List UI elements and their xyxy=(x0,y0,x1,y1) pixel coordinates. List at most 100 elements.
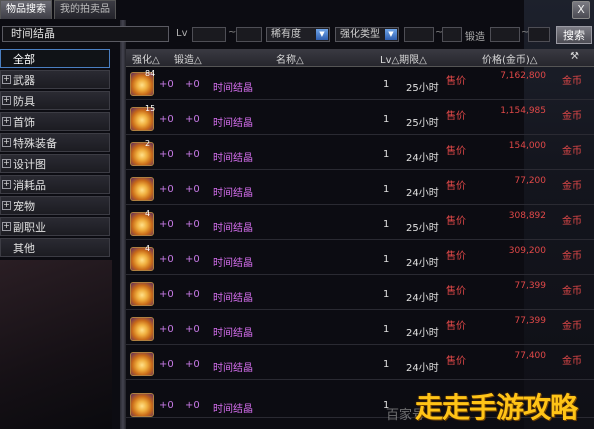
item-duration: 24小时 xyxy=(406,363,439,374)
price-unit: 金币 xyxy=(562,181,582,192)
category-label: 首饰 xyxy=(13,116,35,129)
table-row[interactable]: 84 +0 +0 时间结晶 1 25小时 售价 7,162,800 金币 xyxy=(126,67,594,100)
category-blueprint[interactable]: + 设计图 xyxy=(0,154,110,173)
price-type: 售价 xyxy=(446,321,466,332)
forge-value: +0 xyxy=(185,149,200,160)
table-row[interactable]: 2 +0 +0 时间结晶 1 24小时 售价 154,000 金币 xyxy=(126,137,594,170)
tab-my-auctions[interactable]: 我的拍卖品 xyxy=(54,0,116,19)
table-row[interactable]: 15 +0 +0 时间结晶 1 25小时 售价 1,154,985 金币 xyxy=(126,102,594,135)
background-art-left xyxy=(0,260,112,429)
table-row[interactable]: 4 +0 +0 时间结晶 1 24小时 售价 309,200 金币 xyxy=(126,242,594,275)
enhance-min-input[interactable] xyxy=(404,27,434,42)
column-name[interactable]: 名称△ xyxy=(276,51,304,66)
expand-icon[interactable]: + xyxy=(2,117,11,126)
expand-icon[interactable]: + xyxy=(2,180,11,189)
chevron-down-icon: ▼ xyxy=(385,29,397,40)
item-name: 时间结晶 xyxy=(213,188,253,199)
item-quantity: 84 xyxy=(145,69,156,78)
expand-icon[interactable]: + xyxy=(2,96,11,105)
item-level: 1 xyxy=(383,359,390,370)
time-crystal-icon xyxy=(130,212,154,236)
forge-min-input[interactable] xyxy=(490,27,520,42)
category-label: 消耗品 xyxy=(13,179,46,192)
enhance-value: +0 xyxy=(159,79,174,90)
category-consumable[interactable]: + 消耗品 xyxy=(0,175,110,194)
search-input[interactable] xyxy=(2,26,169,42)
enhance-type-select[interactable]: 强化类型 ▼ xyxy=(335,27,399,42)
price-unit: 金币 xyxy=(562,216,582,227)
column-price[interactable]: 价格(金币)△ xyxy=(482,51,538,66)
category-all[interactable]: 全部 xyxy=(0,49,110,68)
lv-min-input[interactable] xyxy=(192,27,226,42)
forge-value: +0 xyxy=(185,184,200,195)
expand-icon[interactable]: + xyxy=(2,138,11,147)
price-value: 77,399 xyxy=(514,281,547,291)
category-label: 副职业 xyxy=(13,221,46,234)
price-unit: 金币 xyxy=(562,251,582,262)
chevron-down-icon: ▼ xyxy=(316,29,328,40)
item-quantity: 2 xyxy=(145,139,151,148)
price-unit: 金币 xyxy=(562,286,582,297)
tab-item-search[interactable]: 物品搜索 xyxy=(0,0,52,19)
item-name: 时间结晶 xyxy=(213,223,253,234)
forge-value: +0 xyxy=(185,254,200,265)
item-name: 时间结晶 xyxy=(213,258,253,269)
lv-label: Lv xyxy=(176,28,188,39)
category-sub-job[interactable]: + 副职业 xyxy=(0,217,110,236)
price-type: 售价 xyxy=(446,356,466,367)
item-quantity: 15 xyxy=(145,104,156,113)
forge-value: +0 xyxy=(185,359,200,370)
forge-value: +0 xyxy=(185,114,200,125)
category-weapon[interactable]: + 武器 xyxy=(0,70,110,89)
table-row[interactable]: 4 +0 +0 时间结晶 1 25小时 售价 308,892 金币 xyxy=(126,207,594,240)
item-duration: 24小时 xyxy=(406,293,439,304)
item-level: 1 xyxy=(383,184,390,195)
category-armor[interactable]: + 防具 xyxy=(0,91,110,110)
column-forge[interactable]: 锻造△ xyxy=(174,51,202,66)
close-button[interactable]: X xyxy=(572,1,590,19)
search-button[interactable]: 搜索 xyxy=(556,26,592,44)
category-sidebar: 全部 + 武器 + 防具 + 首饰 + 特殊装备 + 设计图 + 消耗品 + 宠物 + 副职业 … xyxy=(0,49,110,259)
lv-max-input[interactable] xyxy=(236,27,262,42)
enhance-value: +0 xyxy=(159,184,174,195)
category-special-equipment[interactable]: + 特殊装备 xyxy=(0,133,110,152)
table-row[interactable]: +0 +0 时间结晶 1 24小时 售价 77,399 金币 xyxy=(126,312,594,345)
item-level: 1 xyxy=(383,254,390,265)
forge-max-input[interactable] xyxy=(528,27,550,42)
price-unit: 金币 xyxy=(562,146,582,157)
table-row[interactable]: +0 +0 时间结晶 1 24小时 售价 77,200 金币 xyxy=(126,172,594,205)
table-row[interactable]: +0 +0 时间结晶 1 24小时 售价 77,400 金币 xyxy=(126,347,594,380)
item-duration: 24小时 xyxy=(406,328,439,339)
item-duration: 25小时 xyxy=(406,223,439,234)
category-pet[interactable]: + 宠物 xyxy=(0,196,110,215)
enhance-value: +0 xyxy=(159,219,174,230)
category-accessory[interactable]: + 首饰 xyxy=(0,112,110,131)
price-unit: 金币 xyxy=(562,356,582,367)
expand-icon[interactable]: + xyxy=(2,75,11,84)
category-label: 特殊装备 xyxy=(13,137,57,150)
forge-label: 锻造 xyxy=(465,32,485,43)
expand-icon[interactable]: + xyxy=(2,159,11,168)
forge-value: +0 xyxy=(185,400,200,411)
tab-bar: 物品搜索 我的拍卖品 xyxy=(0,0,118,20)
watermark-logo: 走走手游攻略 xyxy=(415,391,578,424)
price-value: 308,892 xyxy=(508,211,546,221)
forge-value: +0 xyxy=(185,79,200,90)
price-value: 154,000 xyxy=(508,141,546,151)
rarity-select[interactable]: 稀有度 ▼ xyxy=(266,27,330,42)
price-value: 77,399 xyxy=(514,316,547,326)
time-crystal-icon xyxy=(130,393,154,417)
enhance-value: +0 xyxy=(159,324,174,335)
expand-icon[interactable]: + xyxy=(2,222,11,231)
column-enhance[interactable]: 强化△ xyxy=(132,51,160,66)
category-other[interactable]: 其他 xyxy=(0,238,110,257)
enhance-max-input[interactable] xyxy=(442,27,462,42)
table-row[interactable]: +0 +0 时间结晶 1 24小时 售价 77,399 金币 xyxy=(126,277,594,310)
expand-icon[interactable]: + xyxy=(2,201,11,210)
column-lv-duration[interactable]: Lv△期限△ xyxy=(380,51,427,66)
item-level: 1 xyxy=(383,324,390,335)
time-crystal-icon xyxy=(130,247,154,271)
item-duration: 24小时 xyxy=(406,258,439,269)
price-value: 77,200 xyxy=(514,176,547,186)
rarity-select-label: 稀有度 xyxy=(271,29,301,40)
